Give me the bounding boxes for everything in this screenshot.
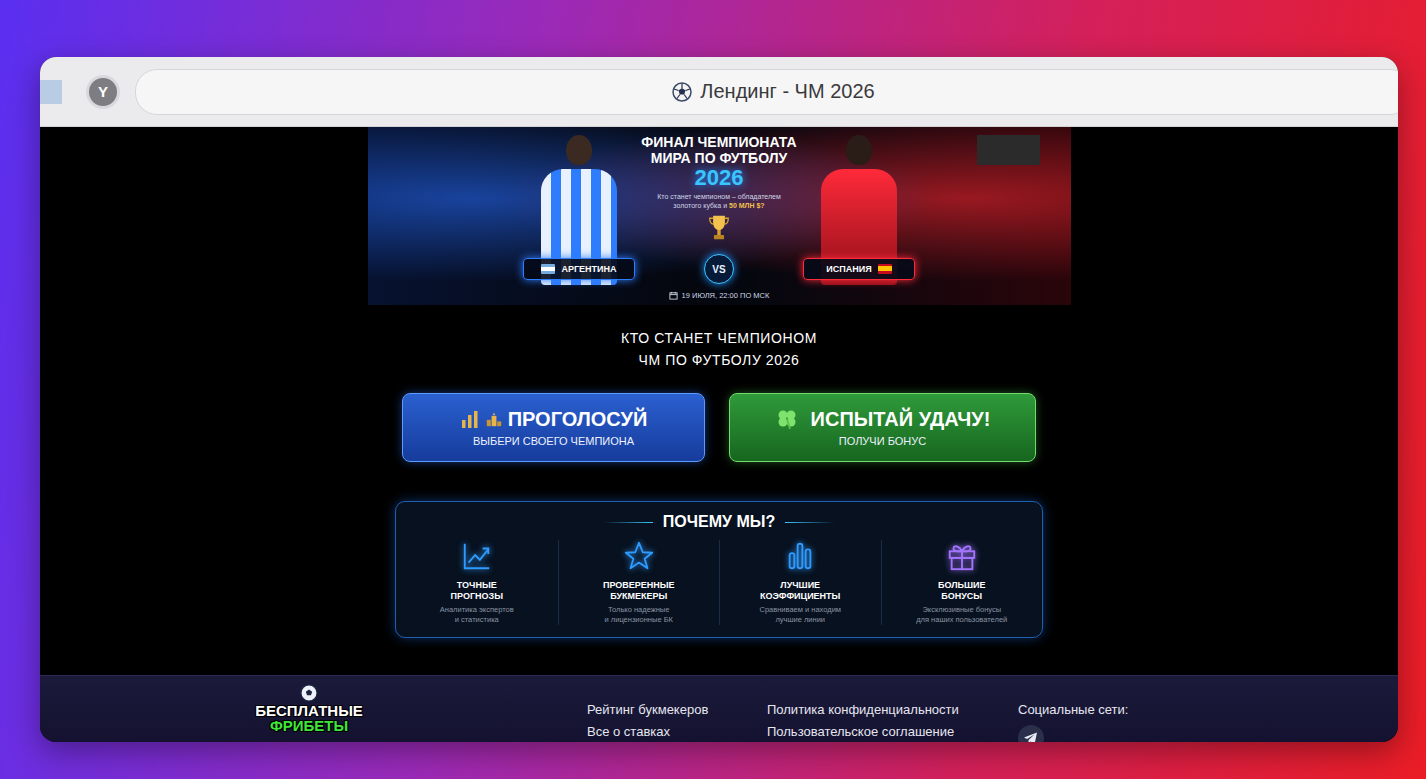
feature-text: Эксклюзивные бонусыдля наших пользовател… [916,605,1007,625]
footer-link[interactable]: Пользовательское соглашение [767,721,1018,742]
why-us-panel: ПОЧЕМУ МЫ? ТОЧНЫЕПРОГНОЗЫ Аналитика экспер… [395,501,1043,638]
team-badge: АРГЕНТИНА [523,258,635,280]
browser-window: Y Лендинг - ЧМ 2026 ФИНАЛ ЧЕМПИОНАТАМИРА П… [40,57,1398,742]
podium-icon [486,411,502,427]
argentina-flag-icon [541,264,555,274]
feature-text: Аналитика экспертови статистика [440,605,514,625]
footer-link[interactable]: Все о ставках [587,721,767,742]
button-caption: ПОЛУЧИ БОНУС [839,434,926,448]
tab-thumbnail[interactable] [40,80,62,104]
profile-button[interactable]: Y [86,75,120,109]
team-name: АРГЕНТИНА [561,264,616,274]
bar-chart-icon [460,409,480,429]
hero-banner: ФИНАЛ ЧЕМПИОНАТАМИРА ПО ФУТБОЛУ2026 Кто с… [368,127,1071,305]
trophy-icon [708,214,730,241]
star-icon [623,540,655,572]
feature-card: ПРОВЕРЕННЫЕБУКМЕКЕРЫ Только надежныеи лиц… [558,540,720,625]
button-label: ИСПЫТАЙ УДАЧУ! [811,407,991,431]
banner-year: 2026 [695,166,744,190]
page-title: Лендинг - ЧМ 2026 [700,80,874,103]
soccer-ball-icon [672,82,692,102]
footer-link[interactable]: Рейтинг букмекеров [587,699,767,721]
social-links: Социальные сети: [1018,676,1398,742]
feature-card: БОЛЬШИЕБОНУСЫ Эксклюзивные бонусыдля наши… [881,540,1043,625]
feature-title: БОЛЬШИЕБОНУСЫ [938,580,986,602]
banner-subtitle: Кто станет чемпионом – обладателем золот… [644,192,794,210]
feature-title: ЛУЧШИЕКОЭФФИЦИЕНТЫ [760,580,840,602]
telegram-icon[interactable] [1018,725,1044,742]
vote-button[interactable]: ПРОГОЛОСУЙ ВЫБЕРИ СВОЕГО ЧЕМПИОНА [402,393,705,462]
banner-title: ФИНАЛ ЧЕМПИОНАТАМИРА ПО ФУТБОЛУ [641,134,796,166]
feature-card: ТОЧНЫЕПРОГНОЗЫ Аналитика экспертови стати… [396,540,558,625]
clover-icon [775,407,799,431]
site-footer: БЕСПЛАТНЫЕФРИБЕТЫ Рейтинг букмекеровВсе о… [40,675,1398,742]
landing-page: ФИНАЛ ЧЕМПИОНАТАМИРА ПО ФУТБОЛУ2026 Кто с… [40,127,1398,675]
feature-card: ЛУЧШИЕКОЭФФИЦИЕНТЫ Сравниваем и находимлу… [719,540,881,625]
bars-icon [784,540,816,572]
button-caption: ВЫБЕРИ СВОЕГО ЧЕМПИОНА [473,434,634,448]
action-buttons: ПРОГОЛОСУЙ ВЫБЕРИ СВОЕГО ЧЕМПИОНА ИСПЫТАЙ … [402,393,1036,462]
feature-text: Только надежныеи лицензионные БК [605,605,673,625]
team-badge: ИСПАНИЯ [803,258,915,280]
calendar-icon [669,291,678,300]
logo-text: БЕСПЛАТНЫЕ [255,703,363,718]
desktop: Y Лендинг - ЧМ 2026 ФИНАЛ ЧЕМПИОНАТАМИРА П… [0,0,1426,779]
spain-flag-icon [878,264,892,274]
social-title: Социальные сети: [1018,699,1398,721]
address-bar[interactable]: Лендинг - ЧМ 2026 [135,69,1398,115]
luck-button[interactable]: ИСПЫТАЙ УДАЧУ! ПОЛУЧИ БОНУС [729,393,1036,462]
button-label: ПРОГОЛОСУЙ [508,407,648,431]
footer-links: Рейтинг букмекеровВсе о ставках [587,676,767,742]
footer-link[interactable]: Политика конфиденциальности [767,699,1018,721]
site-logo[interactable]: БЕСПЛАТНЫЕФРИБЕТЫ [243,676,375,742]
gift-icon [946,540,978,572]
feature-title: ПРОВЕРЕННЫЕБУКМЕКЕРЫ [603,580,675,602]
chart-icon [461,540,493,572]
banner-placeholder [977,135,1040,165]
browser-toolbar: Y Лендинг - ЧМ 2026 [40,57,1398,127]
team-name: ИСПАНИЯ [826,264,871,274]
banner-headline: ФИНАЛ ЧЕМПИОНАТАМИРА ПО ФУТБОЛУ2026 Кто с… [629,127,809,253]
match-date: 19 ИЮЛЯ, 22:00 ПО МСК [529,285,909,305]
soccer-ball-icon [300,684,318,702]
panel-title: ПОЧЕМУ МЫ? [663,512,775,532]
vs-badge: VS [704,254,734,284]
feature-title: ТОЧНЫЕПРОГНОЗЫ [451,580,503,602]
page-heading: КТО СТАНЕТ ЧЕМПИОНОМЧМ ПО ФУТБОЛУ 2026 [621,327,817,371]
footer-links: Политика конфиденциальностиПользовательс… [767,676,1018,742]
feature-text: Сравниваем и находимлучшие линии [759,605,841,625]
logo-text: ФРИБЕТЫ [270,718,348,733]
